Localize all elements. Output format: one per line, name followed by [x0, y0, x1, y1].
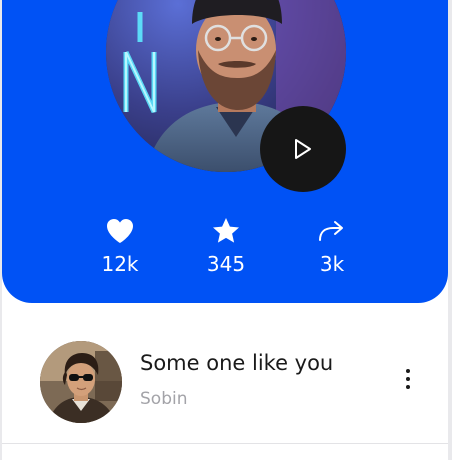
player-screen: 12k 345 3k Some one like you Sobin: [0, 0, 452, 460]
stars-stat[interactable]: 345: [186, 214, 266, 276]
play-button[interactable]: [260, 106, 346, 192]
track-artist: Sobin: [140, 389, 188, 409]
share-icon: [317, 214, 347, 248]
menu-dot: [406, 377, 410, 381]
likes-stat[interactable]: 12k: [80, 214, 160, 276]
more-vertical-icon[interactable]: [394, 363, 422, 395]
likes-count: 12k: [101, 252, 139, 276]
track-list-item[interactable]: Some one like you Sobin: [2, 303, 448, 443]
heart-icon: [105, 214, 135, 248]
list-divider: [2, 443, 448, 444]
right-edge: [448, 0, 452, 460]
menu-dot: [406, 385, 410, 389]
hero-card: 12k 345 3k: [2, 0, 448, 303]
star-icon: [211, 214, 241, 248]
menu-dot: [406, 369, 410, 373]
shares-stat[interactable]: 3k: [292, 214, 372, 276]
track-title: Some one like you: [140, 351, 334, 375]
play-icon: [295, 139, 311, 159]
shares-count: 3k: [319, 252, 345, 276]
stars-count: 345: [206, 252, 246, 276]
artist-avatar[interactable]: [40, 341, 122, 423]
artist-avatar-image: [40, 341, 122, 423]
